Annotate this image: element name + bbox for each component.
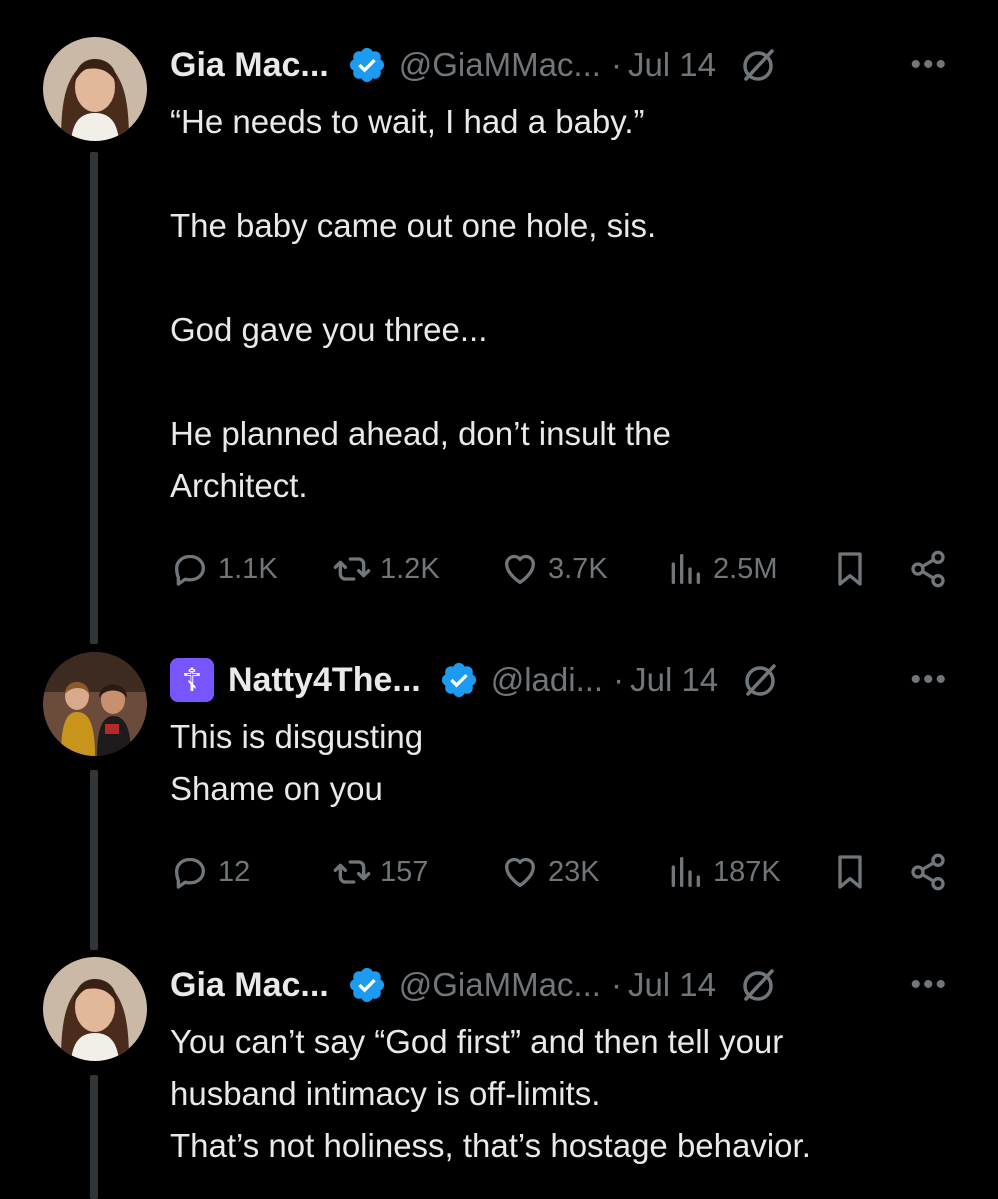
- avatar[interactable]: [43, 652, 147, 756]
- separator-dot: ·: [610, 966, 622, 1003]
- tweet-header: Gia Mac... @GiaMMac... · Jul 14: [170, 40, 778, 90]
- views-button[interactable]: 2.5M: [665, 544, 777, 594]
- text-line: God gave you three...: [170, 311, 488, 348]
- avatar[interactable]: [43, 37, 147, 141]
- thread-line: [90, 1075, 98, 1199]
- share-button[interactable]: [908, 544, 956, 594]
- bookmark-icon: [838, 552, 862, 586]
- views-count: 187K: [713, 855, 781, 888]
- thread-line: [90, 152, 98, 644]
- tweet-header: Gia Mac... @GiaMMac... · Jul 14: [170, 960, 778, 1010]
- more-icon[interactable]: •••: [910, 663, 948, 697]
- views-count: 2.5M: [713, 552, 778, 585]
- like-icon: [505, 554, 535, 584]
- views-icon: [671, 857, 700, 887]
- reply-count: 12: [218, 855, 251, 888]
- repost-icon: [333, 557, 371, 581]
- repost-icon: [333, 860, 371, 884]
- username-handle[interactable]: @ladi...: [491, 661, 603, 699]
- like-button[interactable]: 23K: [500, 847, 600, 897]
- share-button[interactable]: [908, 847, 956, 897]
- text-line: Shame on you: [170, 770, 383, 807]
- tweet-text: “He needs to wait, I had a baby.” The ba…: [170, 96, 671, 512]
- separator-dot: ·: [613, 661, 625, 698]
- post-date[interactable]: Jul 14: [630, 661, 718, 699]
- verified-badge-icon: [349, 47, 384, 83]
- post-date[interactable]: Jul 14: [628, 46, 716, 84]
- orthodox-cross-icon: ☦: [170, 658, 214, 702]
- tweet-text: You can’t say “God first” and then tell …: [170, 1016, 811, 1172]
- bookmark-button[interactable]: [830, 544, 878, 594]
- text-line: That’s not holiness, that’s hostage beha…: [170, 1127, 811, 1164]
- text-line: husband intimacy is off-limits.: [170, 1075, 601, 1112]
- tweet-text: This is disgusting Shame on you: [170, 711, 423, 815]
- bookmark-button[interactable]: [830, 847, 878, 897]
- text-line: This is disgusting: [170, 718, 424, 755]
- text-line: The baby came out one hole, sis.: [170, 207, 657, 244]
- thread-line: [90, 770, 98, 950]
- like-count: 3.7K: [548, 552, 608, 585]
- grok-icon[interactable]: [738, 965, 778, 1005]
- display-name[interactable]: Gia Mac...: [170, 46, 329, 85]
- display-name[interactable]: Gia Mac...: [170, 966, 329, 1005]
- repost-count: 1.2K: [380, 552, 440, 585]
- text-line: Architect.: [170, 467, 308, 504]
- separator-dot: ·: [610, 46, 622, 83]
- repost-button[interactable]: 1.2K: [332, 544, 440, 594]
- views-icon: [671, 554, 700, 584]
- like-button[interactable]: 3.7K: [500, 544, 608, 594]
- username-handle[interactable]: @GiaMMac...: [399, 46, 601, 84]
- grok-icon[interactable]: [740, 660, 780, 700]
- reply-button[interactable]: 1.1K: [170, 544, 278, 594]
- reply-icon: [175, 554, 205, 586]
- action-bar: 12 157 23K 187K: [170, 847, 950, 897]
- more-icon[interactable]: •••: [910, 48, 948, 82]
- like-count: 23K: [548, 855, 600, 888]
- verified-badge-icon: [441, 662, 476, 698]
- share-icon: [911, 550, 945, 588]
- repost-count: 157: [380, 855, 429, 888]
- reply-button[interactable]: 12: [170, 847, 250, 897]
- views-button[interactable]: 187K: [665, 847, 781, 897]
- grok-icon[interactable]: [738, 45, 778, 85]
- tweet-header: ☦ Natty4The... @ladi... · Jul 14: [170, 655, 780, 705]
- reply-count: 1.1K: [218, 552, 278, 585]
- repost-button[interactable]: 157: [332, 847, 428, 897]
- reply-icon: [175, 857, 205, 889]
- text-line: “He needs to wait, I had a baby.”: [170, 103, 645, 140]
- share-icon: [911, 853, 945, 891]
- bookmark-icon: [838, 855, 862, 889]
- username-handle[interactable]: @GiaMMac...: [399, 966, 601, 1004]
- display-name[interactable]: Natty4The...: [228, 661, 421, 700]
- like-icon: [505, 857, 535, 887]
- verified-badge-icon: [349, 967, 384, 1003]
- avatar[interactable]: [43, 957, 147, 1061]
- text-line: He planned ahead, don’t insult the: [170, 415, 671, 452]
- action-bar: 1.1K 1.2K 3.7K 2.5M: [170, 544, 950, 594]
- text-line: You can’t say “God first” and then tell …: [170, 1023, 784, 1060]
- post-date[interactable]: Jul 14: [628, 966, 716, 1004]
- more-icon[interactable]: •••: [910, 968, 948, 1002]
